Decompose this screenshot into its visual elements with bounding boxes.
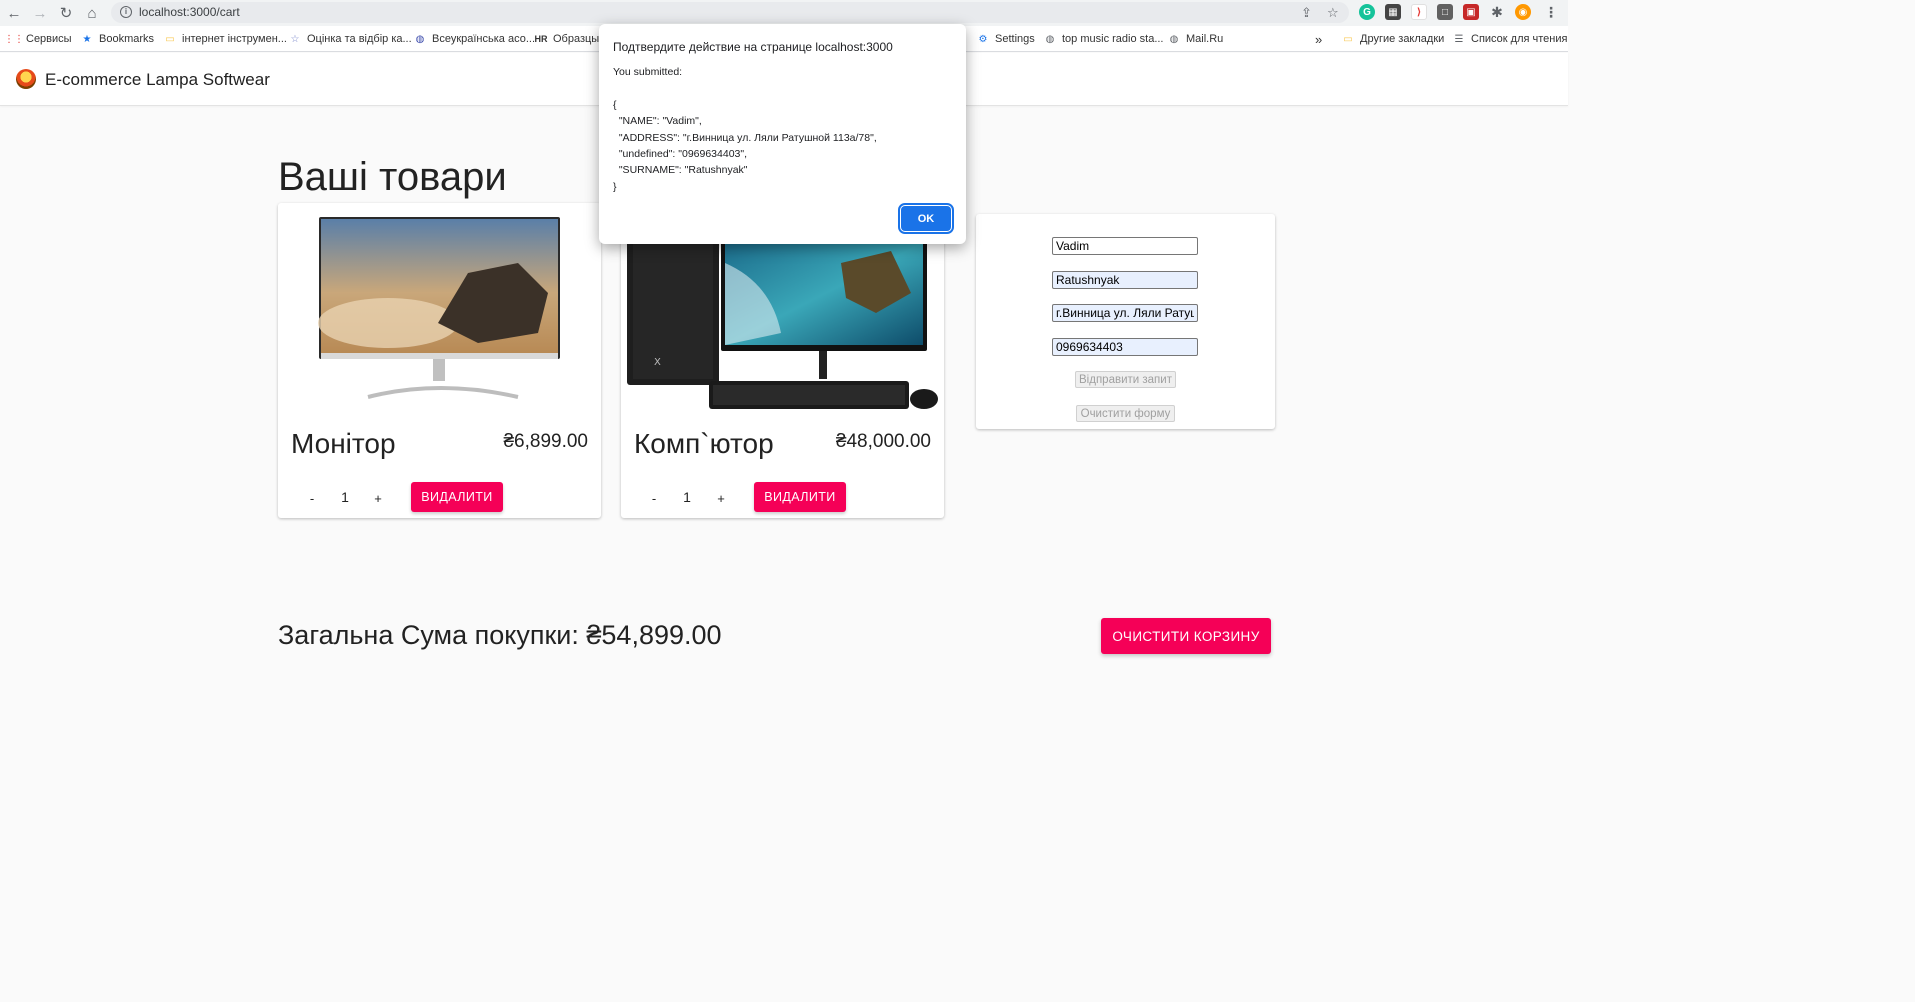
- monitor-product-image: [318, 217, 560, 399]
- grammarly-extension-icon[interactable]: G: [1359, 4, 1375, 20]
- bookmarks-overflow-button[interactable]: »: [1315, 31, 1322, 47]
- increase-quantity-button[interactable]: +: [369, 490, 387, 508]
- globe-icon: ◍: [1045, 33, 1055, 45]
- menu-dots-icon[interactable]: ⋮: [1543, 4, 1559, 20]
- quantity-value: 1: [683, 489, 691, 505]
- puzzle-extensions-icon[interactable]: ✱: [1489, 4, 1505, 20]
- bookmark-item[interactable]: ⚙ Settings: [977, 31, 1035, 47]
- bookmark-item[interactable]: ◍ Всеукраїнська асо...: [414, 31, 535, 47]
- address-field[interactable]: [1052, 304, 1198, 322]
- bookmark-item[interactable]: HR Образцы: [534, 31, 600, 47]
- extension-icon[interactable]: ▣: [1463, 4, 1479, 20]
- back-arrow-icon[interactable]: ←: [4, 3, 24, 23]
- decrease-quantity-button[interactable]: -: [303, 490, 321, 508]
- product-price: ₴48,000.00: [835, 431, 931, 452]
- address-bar[interactable]: i localhost:3000/cart ⇪ ☆: [111, 2, 1349, 23]
- cart-item-card: Монітор ₴6,899.00 - 1 + ВИДАЛИТИ: [278, 203, 601, 518]
- product-name: Комп`ютор: [634, 428, 774, 459]
- profile-avatar-icon[interactable]: ◉: [1515, 4, 1531, 20]
- bookmark-item[interactable]: ☆ Оцінка та відбір ка...: [289, 31, 412, 47]
- bookmark-star-icon[interactable]: ☆: [1327, 5, 1339, 21]
- bookmark-item[interactable]: ▭ Другие закладки: [1342, 31, 1444, 47]
- submit-request-button[interactable]: Відправити запит: [1075, 371, 1176, 388]
- extension-icon[interactable]: ▦: [1385, 4, 1401, 20]
- quantity-value: 1: [341, 489, 349, 505]
- phone-field[interactable]: [1052, 338, 1198, 356]
- site-info-icon[interactable]: i: [120, 6, 132, 18]
- bookmark-item[interactable]: ⋮⋮ Сервисы: [4, 31, 72, 47]
- page-title: Ваші товари: [278, 155, 507, 199]
- globe-icon: ◍: [1169, 33, 1179, 45]
- browser-toolbar: ← → ↻ ⌂ i localhost:3000/cart ⇪ ☆ G ▦ ⟩ …: [0, 0, 1568, 26]
- bookmark-item[interactable]: ◍ top music radio sta...: [1044, 31, 1164, 47]
- share-icon[interactable]: ⇪: [1301, 5, 1312, 21]
- svg-text:X: X: [654, 357, 661, 368]
- name-field[interactable]: [1052, 237, 1198, 255]
- ok-button[interactable]: OK: [898, 203, 954, 234]
- extension-icon[interactable]: ⟩: [1411, 4, 1427, 20]
- clear-cart-button[interactable]: ОЧИСТИТИ КОРЗИНУ: [1101, 618, 1271, 654]
- bookmark-item[interactable]: ★ Bookmarks: [81, 31, 155, 47]
- product-price: ₴6,899.00: [503, 431, 588, 452]
- apps-grid-icon: ⋮⋮: [4, 33, 24, 45]
- folder-icon: ▭: [1343, 33, 1353, 45]
- dialog-message: You submitted: { "NAME": "Vadim", "ADDRE…: [613, 66, 877, 193]
- bookmark-item[interactable]: ▭ інтернет інструмен...: [164, 31, 287, 47]
- decrease-quantity-button[interactable]: -: [645, 490, 663, 508]
- bookmark-item[interactable]: ☰ Список для чтения: [1453, 31, 1568, 47]
- surname-field[interactable]: [1052, 271, 1198, 289]
- order-form: Відправити запит Очистити форму: [976, 214, 1275, 429]
- reload-icon[interactable]: ↻: [56, 3, 76, 23]
- star-outline-icon: ☆: [290, 33, 300, 45]
- home-icon[interactable]: ⌂: [82, 3, 102, 23]
- url-text[interactable]: localhost:3000/cart: [139, 5, 240, 19]
- folder-icon: ▭: [165, 33, 175, 45]
- increase-quantity-button[interactable]: +: [712, 490, 730, 508]
- delete-item-button[interactable]: ВИДАЛИТИ: [754, 482, 846, 512]
- bookmark-item[interactable]: ◍ Mail.Ru: [1168, 31, 1224, 47]
- gear-icon: ⚙: [978, 33, 988, 45]
- delete-item-button[interactable]: ВИДАЛИТИ: [411, 482, 503, 512]
- confirm-dialog: Подтвердите действие на странице localho…: [599, 24, 966, 244]
- star-icon: ★: [82, 33, 92, 45]
- app-title[interactable]: E-commerce Lampa Softwear: [45, 70, 270, 90]
- forward-arrow-icon[interactable]: →: [30, 3, 50, 23]
- reading-list-icon: ☰: [1454, 33, 1464, 45]
- hr-icon: HR: [534, 34, 548, 44]
- extension-icon[interactable]: □: [1437, 4, 1453, 20]
- cart-item-card: X Комп`ютор ₴48,000.00 - 1 + ВИДАЛИТИ: [621, 203, 944, 518]
- clear-form-button[interactable]: Очистити форму: [1076, 405, 1175, 422]
- product-name: Монітор: [291, 428, 396, 459]
- lamp-logo-icon: [16, 69, 36, 89]
- globe-icon: ◍: [415, 33, 425, 45]
- total-sum: Загальна Сума покупки: ₴54,899.00: [278, 620, 722, 650]
- dialog-title: Подтвердите действие на странице localho…: [613, 40, 893, 54]
